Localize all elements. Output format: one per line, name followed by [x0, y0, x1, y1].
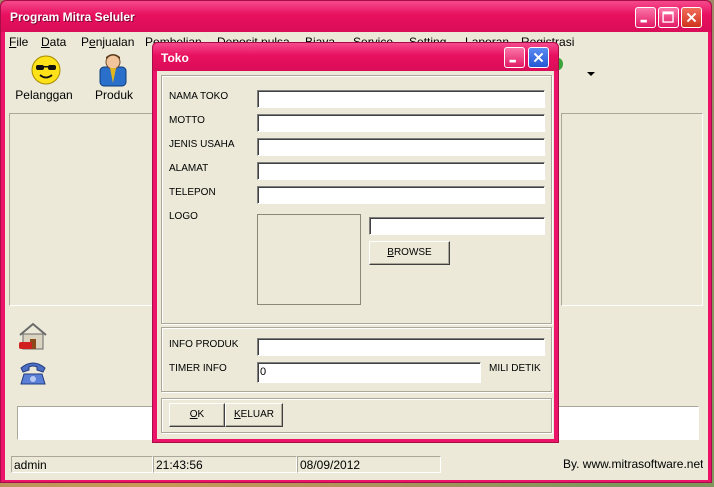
motto-input[interactable] [257, 114, 545, 132]
menu-data[interactable]: Data [41, 35, 66, 49]
produk-label: Produk [94, 88, 134, 102]
logo-path-input[interactable] [369, 217, 545, 235]
toolbar-overflow-arrow-icon[interactable] [587, 72, 595, 76]
status-user: admin [11, 456, 153, 473]
house-icon[interactable] [17, 320, 49, 352]
close-icon [686, 12, 697, 23]
ok-button[interactable]: OK [169, 403, 225, 427]
info-produk-input[interactable] [257, 338, 545, 356]
logo-label: LOGO [169, 211, 198, 222]
close-icon [533, 52, 544, 63]
pelanggan-label: Pelanggan [15, 88, 73, 102]
jenis-usaha-input[interactable] [257, 138, 545, 156]
right-panel [561, 113, 703, 306]
smiley-sunglasses-icon [31, 55, 61, 85]
menu-file[interactable]: File [9, 35, 28, 49]
dialog-minimize-button[interactable] [504, 47, 525, 68]
status-credit: By. www.mitrasoftware.net [563, 457, 703, 471]
alamat-input[interactable] [257, 162, 545, 180]
telepon-input[interactable] [257, 186, 545, 204]
dialog-close-button[interactable] [528, 47, 549, 68]
maximize-icon [662, 11, 674, 23]
pelanggan-toolbar-button[interactable]: Pelanggan [10, 51, 78, 103]
toko-dialog: Toko NAMA TOKO MOTTO JENIS USAHA ALAMAT … [152, 42, 559, 443]
telepon-label: TELEPON [169, 187, 216, 198]
minimize-icon [640, 19, 647, 23]
main-title-bar[interactable]: Program Mitra Seluler [1, 1, 711, 32]
dialog-title: Toko [161, 51, 189, 65]
telephone-icon[interactable] [17, 358, 49, 386]
alamat-label: ALAMAT [169, 163, 209, 174]
nama-toko-label: NAMA TOKO [169, 91, 229, 102]
keluar-button[interactable]: KELUAR [225, 403, 283, 427]
status-date: 08/09/2012 [297, 456, 441, 473]
dialog-body: NAMA TOKO MOTTO JENIS USAHA ALAMAT TELEP… [157, 71, 554, 439]
mili-detik-unit-label: MILI DETIK [489, 363, 541, 374]
timer-info-label: TIMER INFO [169, 363, 227, 374]
menu-penjualan[interactable]: Penjualan [81, 35, 134, 49]
info-produk-label: INFO PRODUK [169, 339, 239, 350]
jenis-usaha-label: JENIS USAHA [169, 139, 235, 150]
minimize-icon [509, 59, 516, 63]
status-time: 21:43:56 [153, 456, 297, 473]
main-window-title: Program Mitra Seluler [10, 10, 135, 24]
dialog-title-bar[interactable]: Toko [153, 43, 558, 71]
produk-person-icon [99, 54, 127, 87]
left-panel [9, 113, 155, 306]
browse-button[interactable]: BROWSE [369, 241, 450, 265]
produk-toolbar-button[interactable]: Produk [80, 51, 148, 103]
timer-info-input[interactable]: 0 [257, 362, 481, 383]
nama-toko-input[interactable] [257, 90, 545, 108]
motto-label: MOTTO [169, 115, 205, 126]
minimize-button[interactable] [635, 7, 656, 28]
close-button[interactable] [681, 7, 702, 28]
maximize-button[interactable] [658, 7, 679, 28]
logo-picture-box[interactable] [257, 214, 361, 305]
